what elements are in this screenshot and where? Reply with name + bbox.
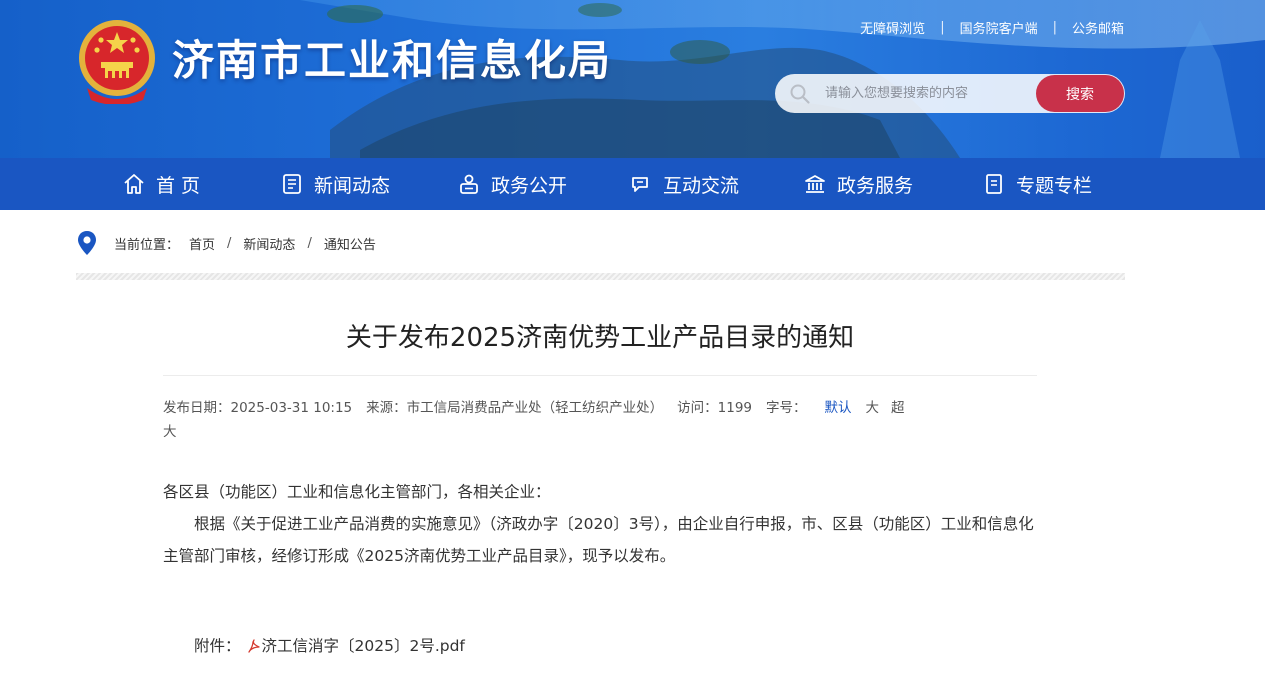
breadcrumb-separator: / — [227, 235, 232, 251]
search-button[interactable]: 搜索 — [1036, 75, 1124, 112]
font-size-default[interactable]: 默认 — [825, 400, 852, 416]
nav-item-label: 首 页 — [156, 174, 201, 197]
body-paragraph: 根据《关于促进工业产品消费的实施意见》（济政办字〔2020〕3号），由企业自行申… — [163, 515, 1034, 565]
font-size-label: 字号： — [766, 400, 807, 416]
official-email-link[interactable]: 公务邮箱 — [1072, 18, 1124, 37]
breadcrumb-item-home[interactable]: 首页 — [189, 234, 215, 253]
location-pin-icon — [78, 231, 96, 255]
search-box: 搜索 — [775, 74, 1125, 113]
pdf-icon — [247, 638, 260, 653]
nav-item-gov-open[interactable]: 政务公开 — [457, 158, 629, 210]
title-divider — [163, 375, 1037, 376]
nav-item-home[interactable]: 首 页 — [122, 158, 280, 210]
salutation: 各区县（功能区）工业和信息化主管部门，各相关企业： — [163, 483, 551, 501]
publish-date: 发布日期：2025-03-31 10:15 — [163, 400, 353, 416]
breadcrumb: 当前位置： 首页 / 新闻动态 / 通知公告 — [76, 230, 376, 256]
breadcrumb-separator: / — [307, 235, 312, 251]
news-icon — [283, 174, 301, 194]
article-body: 各区县（功能区）工业和信息化主管部门，各相关企业： 根据《关于促进工业产品消费的… — [163, 476, 1043, 572]
site-title: 济南市工业和信息化局 — [172, 36, 613, 85]
breadcrumb-item-news[interactable]: 新闻动态 — [243, 234, 295, 253]
nav-item-label: 政务公开 — [491, 174, 568, 197]
nav-item-label: 政务服务 — [837, 174, 914, 197]
nav-item-label: 互动交流 — [663, 174, 740, 197]
attachment: 附件： 济工信消字〔2025〕2号.pdf — [194, 633, 465, 659]
attachment-link[interactable]: 济工信消字〔2025〕2号.pdf — [262, 633, 465, 659]
topic-icon — [986, 174, 1002, 194]
top-links: 无障碍浏览 | 国务院客户端 | 公务邮箱 — [860, 18, 1124, 37]
service-icon — [805, 175, 825, 193]
divider: | — [940, 20, 945, 35]
national-emblem-icon — [79, 20, 155, 104]
home-icon — [124, 174, 144, 194]
nav-item-interaction[interactable]: 互动交流 — [629, 158, 803, 210]
breadcrumb-prefix: 当前位置： — [114, 237, 180, 253]
gov-open-icon — [460, 174, 478, 194]
section-divider — [76, 273, 1125, 280]
article-meta: 发布日期：2025-03-31 10:15 来源：市工信局消费品产业处（轻工纺织产… — [163, 396, 923, 444]
article-title: 关于发布2025济南优势工业产品目录的通知 — [345, 323, 855, 353]
accessibility-link[interactable]: 无障碍浏览 — [860, 18, 925, 37]
search-icon — [790, 84, 810, 104]
article-source: 来源：市工信局消费品产业处（轻工纺织产业处） — [366, 400, 664, 416]
chat-icon — [632, 177, 648, 192]
main-nav: 首 页 新闻动态 政务公开 互动交流 政务服务 专题专栏 — [0, 158, 1265, 210]
search-input[interactable] — [825, 74, 1036, 113]
nav-item-service[interactable]: 政务服务 — [803, 158, 982, 210]
nav-item-label: 专题专栏 — [1016, 174, 1093, 197]
divider: | — [1052, 20, 1057, 35]
attachment-label: 附件： — [194, 637, 241, 655]
font-size-large[interactable]: 大 — [866, 400, 880, 416]
state-council-client-link[interactable]: 国务院客户端 — [960, 18, 1038, 37]
nav-item-topic[interactable]: 专题专栏 — [982, 158, 1122, 210]
visit-count: 访问：1199 — [677, 400, 753, 416]
breadcrumb-item-notice[interactable]: 通知公告 — [324, 234, 376, 253]
header-banner: 济南市工业和信息化局 无障碍浏览 | 国务院客户端 | 公务邮箱 搜索 — [0, 0, 1265, 158]
nav-item-label: 新闻动态 — [314, 174, 391, 197]
nav-item-news[interactable]: 新闻动态 — [280, 158, 457, 210]
